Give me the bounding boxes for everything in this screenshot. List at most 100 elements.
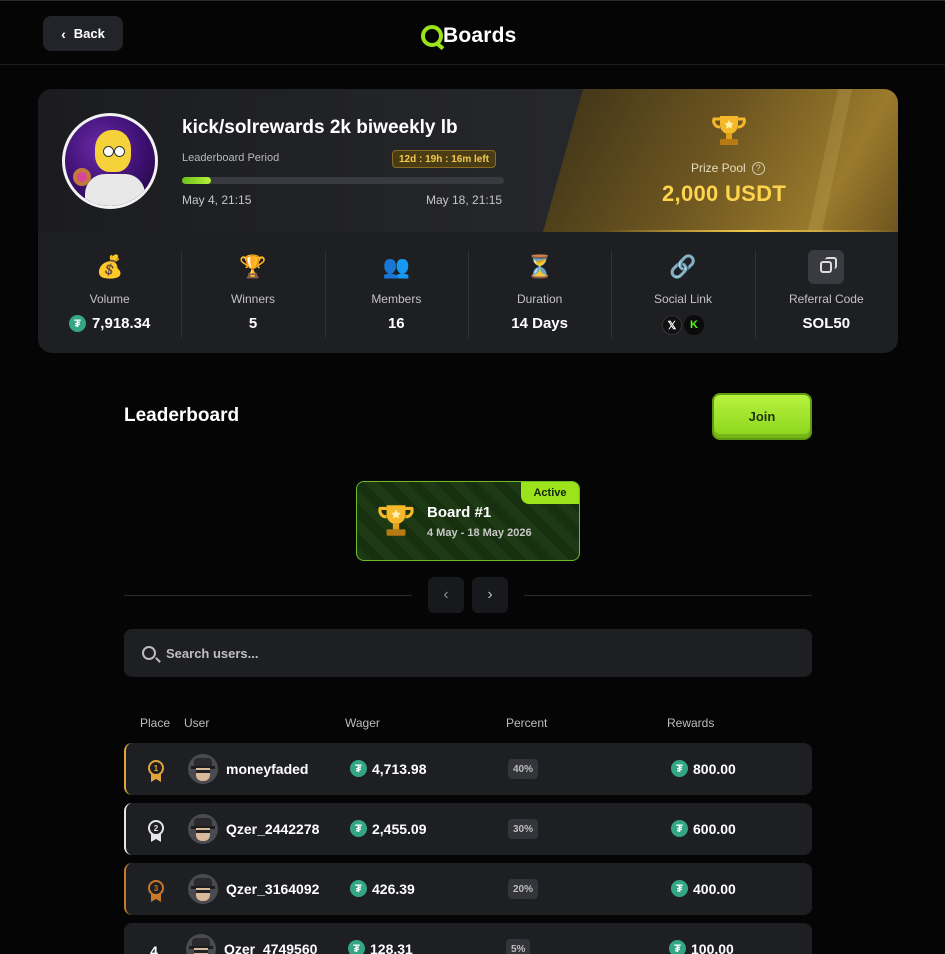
stat-label: Duration — [516, 292, 563, 306]
column-header-percent: Percent — [506, 716, 548, 730]
wager-value: 128.31 — [370, 940, 413, 954]
stat-winners: 🏆 Winners 5 — [181, 232, 324, 353]
username[interactable]: moneyfaded — [226, 761, 308, 777]
table-row[interactable]: 1 moneyfaded ₮ 4,713.98 40% ₮ 800.00 — [124, 743, 812, 795]
percent-badge: 40% — [508, 759, 539, 779]
username[interactable]: Qzer_4749560 — [224, 941, 317, 954]
medal-icon: 3 — [148, 880, 164, 902]
stat-label: Volume — [89, 292, 130, 306]
place-number: 1 — [148, 760, 164, 776]
reward: ₮ 600.00 — [671, 820, 736, 837]
x-icon[interactable]: 𝕏 — [661, 315, 682, 335]
stat-value: 5 — [248, 315, 258, 332]
trophy-icon — [378, 505, 414, 536]
start-date: May 4, 21:15 — [182, 193, 252, 207]
copy-icon — [808, 250, 845, 284]
wager: ₮ 2,455.09 — [350, 820, 427, 837]
avatar — [188, 814, 218, 844]
tether-icon: ₮ — [350, 880, 367, 897]
back-label: Back — [73, 26, 105, 41]
search-input[interactable] — [166, 645, 766, 661]
reward: ₮ 800.00 — [671, 760, 736, 777]
tether-icon: ₮ — [348, 940, 365, 954]
stat-value: ₮ 7,918.34 — [68, 315, 151, 332]
table-row[interactable]: 3 Qzer_3164092 ₮ 426.39 20% ₮ 400.00 — [124, 863, 812, 915]
leaderboard-title: kick/solrewards 2k biweekly lb — [182, 117, 458, 138]
prev-board-button[interactable]: ‹ — [428, 577, 464, 613]
search-icon — [142, 646, 156, 660]
stat-volume: 💰 Volume ₮ 7,918.34 — [38, 232, 181, 353]
tether-icon: ₮ — [350, 760, 367, 777]
stat-value: 16 — [387, 315, 405, 332]
reward-value: 600.00 — [693, 820, 736, 837]
percent-badge: 20% — [508, 879, 539, 899]
period-label: Leaderboard Period — [182, 152, 280, 164]
hourglass-icon: ⏳ — [525, 254, 554, 279]
row-place: 3 — [144, 879, 168, 903]
reward-value: 400.00 — [693, 880, 736, 897]
tether-icon: ₮ — [669, 940, 686, 954]
tether-icon: ₮ — [671, 880, 688, 897]
chevron-right-icon: › — [487, 586, 493, 603]
medal-icon: 2 — [148, 820, 164, 842]
leaderboard-header-card: kick/solrewards 2k biweekly lb Leaderboa… — [38, 89, 898, 353]
place-number: 3 — [148, 880, 164, 896]
username[interactable]: Qzer_3164092 — [226, 881, 319, 897]
row-place: 2 — [144, 819, 168, 843]
tether-icon: ₮ — [68, 315, 86, 332]
wager-value: 426.39 — [372, 880, 415, 897]
tether-icon: ₮ — [671, 760, 688, 777]
column-header-rewards: Rewards — [667, 716, 715, 730]
join-button[interactable]: Join — [712, 393, 812, 440]
table-row[interactable]: 4 Qzer_4749560 ₮ 128.31 5% ₮ 100.00 — [124, 923, 812, 954]
copy-button[interactable] — [808, 250, 845, 284]
section-title: Leaderboard — [124, 405, 240, 426]
wager: ₮ 426.39 — [350, 880, 415, 897]
place-number: 4 — [150, 943, 158, 954]
next-board-button[interactable]: › — [472, 577, 508, 613]
active-badge: Active — [521, 482, 579, 504]
logo[interactable]: Boards — [421, 23, 517, 49]
reward-value: 100.00 — [691, 940, 734, 954]
stat-value: 14 Days — [511, 315, 568, 332]
search-bar — [124, 629, 812, 677]
table-row[interactable]: 2 Qzer_2442278 ₮ 2,455.09 30% ₮ 600.00 — [124, 803, 812, 855]
stat-members: 👥 Members 16 — [324, 232, 468, 353]
trophy-icon — [712, 116, 746, 145]
row-place: 4 — [142, 939, 166, 954]
reward: ₮ 400.00 — [671, 880, 736, 897]
time-left-badge: 12d : 19h : 16m left — [392, 150, 497, 168]
stat-duration: ⏳ Duration 14 Days — [467, 232, 611, 353]
avatar — [188, 754, 218, 784]
chevron-left-icon: ‹ — [61, 25, 66, 42]
kick-icon[interactable]: K — [683, 315, 704, 335]
board-card[interactable]: Active Board #1 4 May - 18 May 2026 — [356, 481, 580, 561]
trophy-icon: 🏆 — [239, 254, 267, 279]
volume-value: 7,918.34 — [91, 315, 151, 332]
avatar — [188, 874, 218, 904]
chevron-left-icon: ‹ — [443, 586, 449, 603]
stat-label: Winners — [230, 292, 275, 306]
medal-icon: 1 — [148, 760, 164, 782]
percent-badge: 30% — [508, 819, 539, 839]
owner-avatar — [62, 113, 158, 209]
wager: ₮ 4,713.98 — [350, 760, 427, 777]
prize-pool-value: 2,000 USDT — [662, 181, 787, 206]
reward: ₮ 100.00 — [669, 940, 734, 954]
divider — [524, 595, 812, 596]
money-bag-icon: 💰 — [95, 254, 124, 279]
referral-code-value[interactable]: SOL50 — [803, 315, 851, 332]
divider — [124, 595, 412, 596]
progress-fill — [182, 177, 211, 184]
username[interactable]: Qzer_2442278 — [226, 821, 319, 837]
members-icon: 👥 — [382, 254, 411, 279]
stat-label: Members — [371, 292, 422, 306]
top-bar: ‹ Back Boards — [0, 0, 945, 65]
tether-icon: ₮ — [671, 820, 688, 837]
social-icons: 𝕏 K — [661, 315, 704, 335]
back-button[interactable]: ‹ Back — [43, 16, 123, 51]
avatar — [186, 934, 216, 954]
info-icon[interactable]: ? — [751, 161, 765, 175]
reward-value: 800.00 — [693, 760, 736, 777]
column-header-place: Place — [140, 716, 171, 730]
